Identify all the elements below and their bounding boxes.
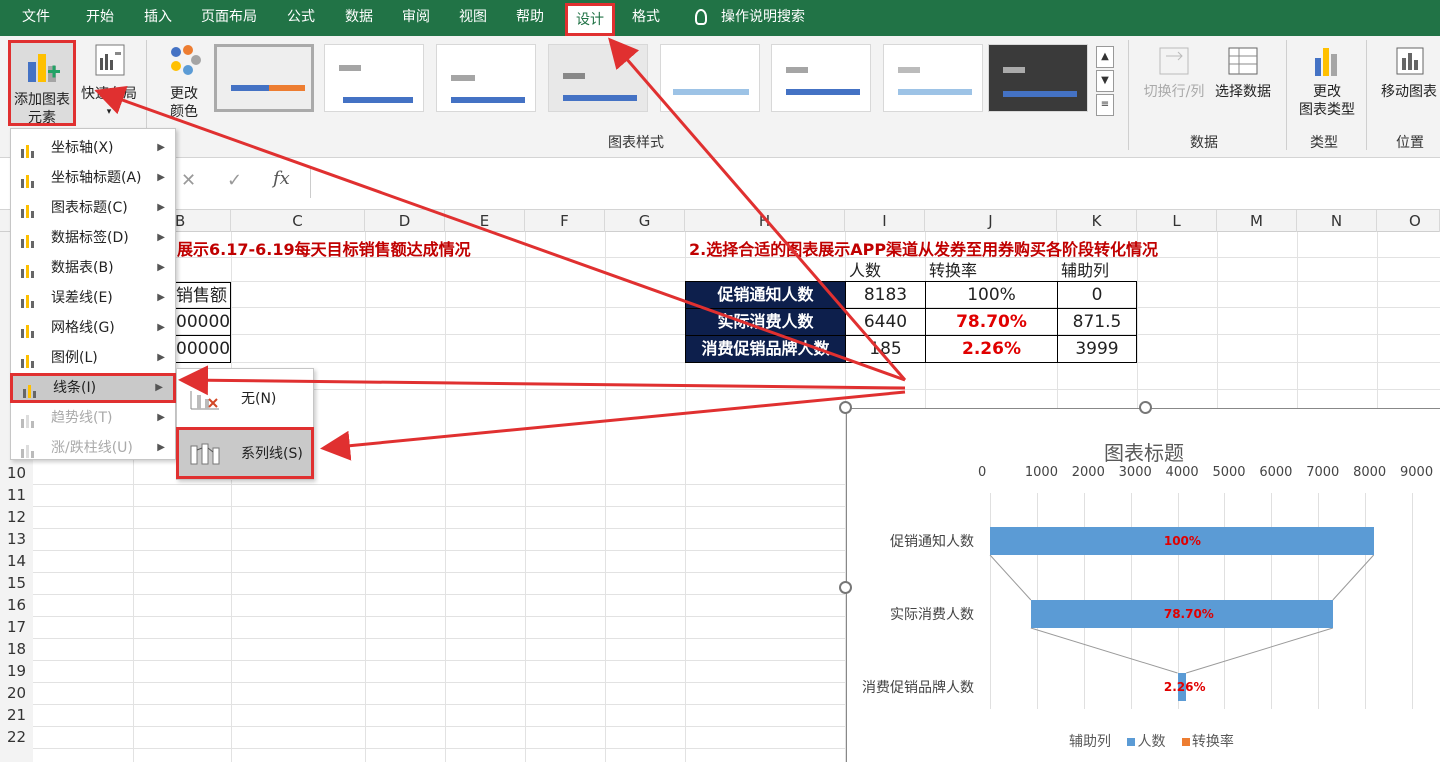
annotation-arrows: [94, 37, 907, 461]
